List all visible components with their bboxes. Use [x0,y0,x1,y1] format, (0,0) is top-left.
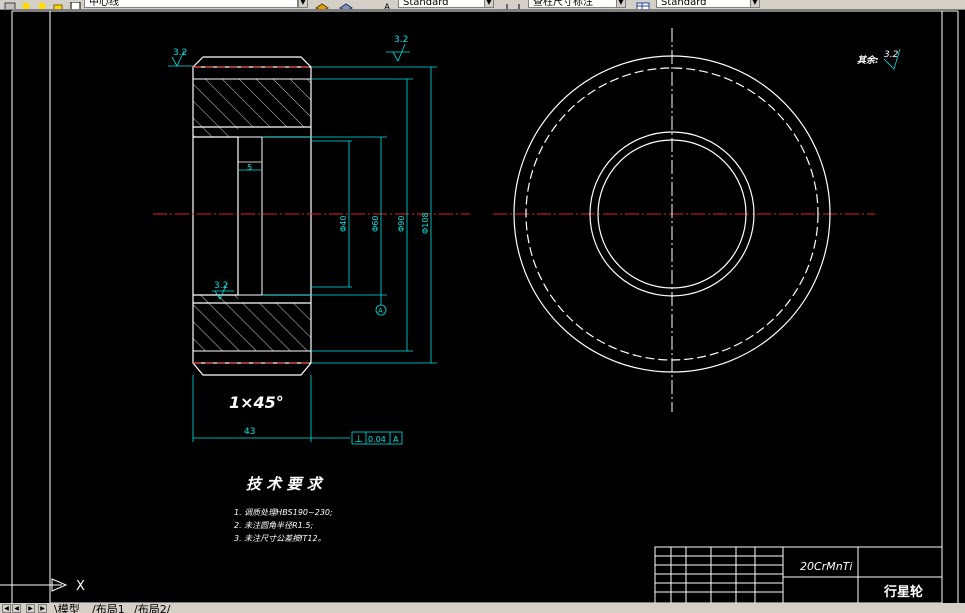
chamfer-bottom [192,362,312,376]
other-roughness-label: 其余: [857,55,879,66]
chamfer-top [192,56,312,68]
dim-width: 43 [244,427,255,437]
hatch-top-step [193,127,238,137]
tab-model[interactable]: \模型 [54,603,80,613]
ucs-icon: X [0,578,85,594]
chamfer-note: 1×45° [229,393,284,412]
other-roughness: 其余: 3.2 [857,50,899,66]
roughness-inner: 3.2 [214,281,228,291]
layer-previous-icon[interactable] [339,0,353,9]
text-style-dropdown[interactable]: ▼ [484,0,494,8]
text-style-value: Standard [403,0,449,8]
dim-d4: Φ108 [421,212,430,234]
dim-style-value: 查柱尺寸标注 [533,0,593,8]
text-style-icon[interactable]: A [383,0,395,10]
tab-nav-first[interactable]: ◀ [2,604,11,613]
datum-label: A [378,307,383,315]
table-style-combo[interactable]: Standard [656,0,752,8]
tab-nav-last[interactable]: ▶ [38,604,47,613]
dim-style-dropdown[interactable]: ▼ [616,0,626,8]
table-style-dropdown[interactable]: ▼ [750,0,760,8]
dim-d3: Φ90 [397,216,406,232]
layer-combo-value: 中心线 [89,0,119,8]
layout-tab-bar: ◀ ◀ ▶ ▶ \模型 /布局1 /布局2/ [0,603,965,613]
layer-combo-dropdown[interactable]: ▼ [298,0,308,8]
table-style-icon[interactable] [636,0,650,9]
tech-req-2: 2. 未注圆角半径R1.5; [234,521,313,530]
tab-layout2-label: 布局2 [137,603,167,613]
roughness-top-mid: 3.2 [394,35,408,45]
hatch-bottom [193,303,311,351]
tab-model-label: 模型 [57,603,80,613]
tab-nav-next[interactable]: ▶ [26,604,35,613]
bore-lines [193,126,311,304]
layer-combo[interactable]: 中心线 [84,0,298,8]
tab-layout1[interactable]: /布局1 [92,603,125,613]
text-style-combo[interactable]: Standard [398,0,494,8]
hatch-top [193,79,311,127]
roughness-top-left: 3.2 [173,48,187,58]
tech-req-title: 技 术 要 求 [246,475,324,493]
tol-value: 0.04 [368,435,386,444]
tab-layout1-label: 布局1 [95,603,125,613]
bore-step-left [193,136,239,296]
sun-icon[interactable] [36,0,48,9]
dim-style-icon[interactable] [506,0,520,9]
tol-symbol: ⊥ [354,434,363,445]
dim-d2: Φ60 [371,216,380,232]
bore-step-mid [238,136,263,296]
layer-color-icon[interactable] [70,0,82,9]
ucs-x-label: X [76,579,85,594]
dim-d1: Φ40 [339,216,348,232]
svg-text:A: A [384,3,391,10]
bulb-icon[interactable] [20,0,32,9]
dim-step: 5 [247,163,252,172]
material-field: 20CrMnTi [800,560,852,573]
part-name-field: 行星轮 [883,584,923,600]
tab-layout2[interactable]: /布局2/ [134,603,170,613]
make-current-layer-icon[interactable] [315,0,329,9]
tech-req-1: 1. 调质处理HBS190~230; [234,508,333,517]
dim-style-combo[interactable]: 查柱尺寸标注 [528,0,622,8]
section-view [192,56,312,376]
properties-toolbar: 中心线 ▼ A Standard ▼ 查柱尺寸标注 ▼ Standard ▼ [0,0,965,10]
table-style-value: Standard [661,0,707,8]
tech-req-3: 3. 未注尺寸公差按IT12。 [234,534,326,543]
tol-datum: A [393,435,399,444]
drawing-canvas[interactable]: X 3.2 3.2 3.2 5 43 Φ40 Φ60 Φ90 Φ108 ⊥ 0.… [0,10,965,603]
layer-state-icon[interactable] [4,0,16,9]
lock-icon[interactable] [52,0,64,9]
other-roughness-value: 3.2 [884,50,899,60]
hatch-bottom-step [193,295,238,303]
drawing-border [49,10,943,603]
tab-nav-prev[interactable]: ◀ [12,604,21,613]
